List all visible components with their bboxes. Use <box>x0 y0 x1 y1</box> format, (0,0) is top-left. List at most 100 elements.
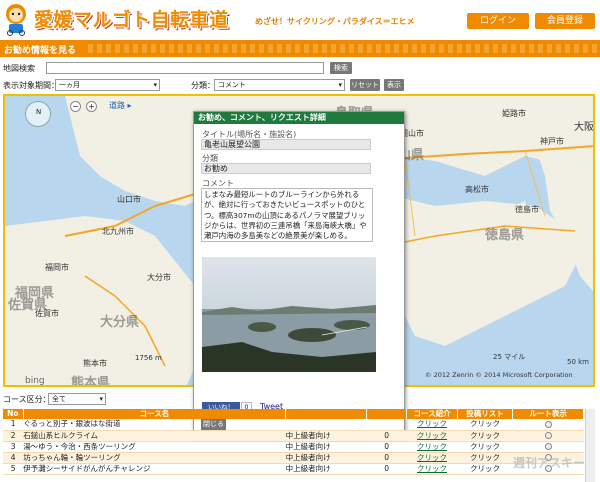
map-label: 徳島県 <box>485 228 525 243</box>
compass-icon: N <box>36 108 42 116</box>
row-level <box>285 419 367 431</box>
table-row: 4 坊っちゃん輪・輪ツーリング 中上級者向け 0 クリック クリック <box>3 452 584 464</box>
map-label: 大分市 <box>147 273 171 282</box>
row-intro-link[interactable]: クリック <box>406 430 458 442</box>
row-course-name: 伊予灘シーサイドがんがんチャレンジ <box>23 463 286 475</box>
map-label: 1756 m <box>135 354 162 362</box>
row-count <box>366 419 407 431</box>
col-no: No <box>3 409 24 419</box>
login-button[interactable]: ログイン <box>467 13 529 29</box>
map-label: 大阪 <box>574 122 594 133</box>
row-intro-link[interactable]: クリック <box>406 419 458 431</box>
period-select[interactable]: 一ヵ月 <box>55 79 160 91</box>
row-posts-link[interactable]: クリック <box>457 419 513 431</box>
row-count: 0 <box>366 463 407 475</box>
map-label: 神戸市 <box>540 137 564 146</box>
detail-popup: お勧め、コメント、リクエスト詳細 タイトル(場所名・施設名) 亀老山展望公園 分… <box>193 111 405 438</box>
course-table: No コース名 コース紹介 投稿リスト ルート表示 1 ぐるっと別子・銀波はな街… <box>3 409 584 475</box>
site-logo-title[interactable]: 愛媛マルゴト自転車道 <box>34 5 229 32</box>
row-posts-link[interactable]: クリック <box>457 452 513 464</box>
row-no: 5 <box>3 463 24 475</box>
map-label: 熊本県 <box>71 376 111 387</box>
row-course-name: 湯～ゆう・今治・西条ツーリング <box>23 441 286 453</box>
radio-icon <box>544 443 552 450</box>
map-label: 高松市 <box>465 185 489 194</box>
map-search-input[interactable] <box>46 62 324 74</box>
map-label: 北九州市 <box>102 227 134 236</box>
map-label: 山口市 <box>117 195 141 204</box>
kind-select[interactable]: コメント <box>214 79 345 91</box>
map-copyright: © 2012 Zenrin © 2014 Microsoft Corporati… <box>425 371 573 379</box>
col-intro: コース紹介 <box>406 409 458 419</box>
col-level <box>285 409 367 419</box>
course-select-value: 全て <box>52 395 66 403</box>
map-label: 熊本市 <box>83 359 107 368</box>
row-route-radio[interactable] <box>512 419 584 431</box>
col-count <box>366 409 408 419</box>
site-tagline: めざせ！サイクリング・パラダイス＝エヒメ <box>255 17 415 26</box>
col-posts: 投稿リスト <box>457 409 514 419</box>
row-route-radio[interactable] <box>512 441 584 453</box>
map-search-button[interactable]: 検索 <box>330 62 352 74</box>
row-no: 4 <box>3 452 24 464</box>
table-row: 5 伊予灘シーサイドがんがんチャレンジ 中上級者向け 0 クリック クリック <box>3 463 584 475</box>
period-select-value: 一ヵ月 <box>59 81 80 89</box>
kind-select-value: コメント <box>218 81 246 89</box>
radio-icon <box>544 420 552 428</box>
row-route-radio[interactable] <box>512 430 584 442</box>
map-label: 徳島市 <box>515 205 539 214</box>
zoom-in-icon[interactable]: + <box>86 101 97 112</box>
row-no: 2 <box>3 430 24 442</box>
row-course-name: ぐるっと別子・銀波はな街道 <box>23 419 286 431</box>
register-button[interactable]: 会員登録 <box>535 13 595 29</box>
map-label: 大分県 <box>100 315 140 330</box>
zoom-out-icon[interactable]: − <box>70 101 81 112</box>
popup-kind-value: お勧め <box>201 163 371 174</box>
row-level: 中上級者向け <box>285 463 367 475</box>
course-select[interactable]: 全て <box>48 393 106 405</box>
row-no: 1 <box>3 419 24 431</box>
map-pan-control[interactable]: N <box>25 101 51 127</box>
section-title: お勧め情報を見る <box>4 46 77 56</box>
spot-photo <box>202 257 376 372</box>
section-bar <box>0 40 600 57</box>
row-level: 中上級者向け <box>285 441 367 453</box>
map-scale-km: 50 km <box>567 358 590 366</box>
map-search-label: 地図検索 <box>3 64 35 73</box>
popup-title-value: 亀老山展望公園 <box>201 139 371 150</box>
show-button[interactable]: 表示 <box>384 79 404 91</box>
map-scale-miles: 25 マイル <box>493 353 526 361</box>
map-label: 福岡市 <box>45 263 69 272</box>
row-intro-link[interactable]: クリック <box>406 441 458 453</box>
popup-comment-value: しまなみ最短ルートのブルーラインから外れるが、絶対に行っておきたいビュースポット… <box>201 188 373 242</box>
row-intro-link[interactable]: クリック <box>406 463 458 475</box>
row-count: 0 <box>366 441 407 453</box>
mascot-logo-icon <box>6 4 26 36</box>
map-label: 姫路市 <box>502 109 526 118</box>
row-level: 中上級者向け <box>285 452 367 464</box>
row-count: 0 <box>366 430 407 442</box>
table-row: 1 ぐるっと別子・銀波はな街道 クリック クリック <box>3 419 584 431</box>
row-course-name: 坊っちゃん輪・輪ツーリング <box>23 452 286 464</box>
row-intro-link[interactable]: クリック <box>406 452 458 464</box>
row-posts-link[interactable]: クリック <box>457 430 513 442</box>
table-row: 2 石鎚山系ヒルクライム 中上級者向け 0 クリック クリック <box>3 430 584 442</box>
map-style-dropdown[interactable]: 道路 ▸ <box>109 100 132 111</box>
row-posts-link[interactable]: クリック <box>457 441 513 453</box>
row-count: 0 <box>366 452 407 464</box>
row-no: 3 <box>3 441 24 453</box>
publisher-watermark: 週刊アスキー <box>513 456 586 470</box>
radio-icon <box>544 432 552 439</box>
col-course-name: コース名 <box>23 409 287 419</box>
site-header: 愛媛マルゴト自転車道 めざせ！サイクリング・パラダイス＝エヒメ ログイン 会員登… <box>0 0 600 40</box>
course-label: コース区分： <box>3 395 51 404</box>
kind-label: 分類： <box>191 81 215 90</box>
reset-button[interactable]: リセット <box>350 79 380 91</box>
col-route: ルート表示 <box>512 409 584 419</box>
period-label: 表示対象期間： <box>3 81 59 90</box>
table-scrollbar[interactable] <box>585 409 595 482</box>
row-course-name: 石鎚山系ヒルクライム <box>23 430 286 442</box>
row-posts-link[interactable]: クリック <box>457 463 513 475</box>
row-level: 中上級者向け <box>285 430 367 442</box>
bing-logo: bing <box>25 376 45 386</box>
